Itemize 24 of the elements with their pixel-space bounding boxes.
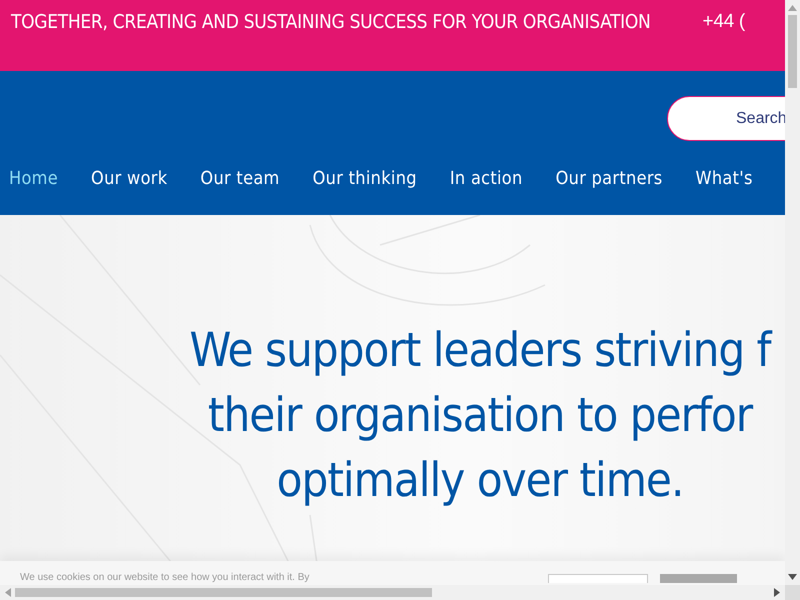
scroll-right-icon[interactable] xyxy=(774,588,780,597)
nav-link[interactable]: Our partners xyxy=(556,168,663,189)
nav-link[interactable]: What's xyxy=(696,168,753,189)
nav-link[interactable]: Our thinking xyxy=(312,168,417,189)
scrollbar-corner xyxy=(785,585,800,600)
nav-link[interactable]: Our team xyxy=(200,168,280,189)
scroll-left-icon[interactable] xyxy=(5,588,11,597)
cookie-settings-button[interactable] xyxy=(548,574,648,583)
scrollbar-thumb[interactable] xyxy=(788,15,797,88)
hero-heading-line: We support leaders striving f xyxy=(189,322,771,380)
nav-link[interactable]: Home xyxy=(9,168,58,189)
cookie-text: We use cookies on our website to see how you interact with it. By xyxy=(20,572,310,583)
cookie-accept-button[interactable] xyxy=(660,574,737,583)
phone-number[interactable]: +44 ( xyxy=(702,11,745,33)
nav-link[interactable]: Our work xyxy=(91,168,168,189)
scroll-up-icon[interactable] xyxy=(788,5,797,11)
scroll-down-icon[interactable] xyxy=(788,574,797,580)
hero-heading-line: their organisation to perfor xyxy=(208,387,752,445)
horizontal-scrollbar[interactable] xyxy=(0,585,785,600)
nav-link[interactable]: In action xyxy=(450,168,523,189)
tagline: TOGETHER, CREATING AND SUSTAINING SUCCESS FOR YOUR ORGANISATION xyxy=(11,11,651,33)
hero-heading-line: optimally over time. xyxy=(276,452,684,510)
vertical-scrollbar[interactable] xyxy=(785,0,800,585)
scrollbar-thumb[interactable] xyxy=(15,588,432,597)
